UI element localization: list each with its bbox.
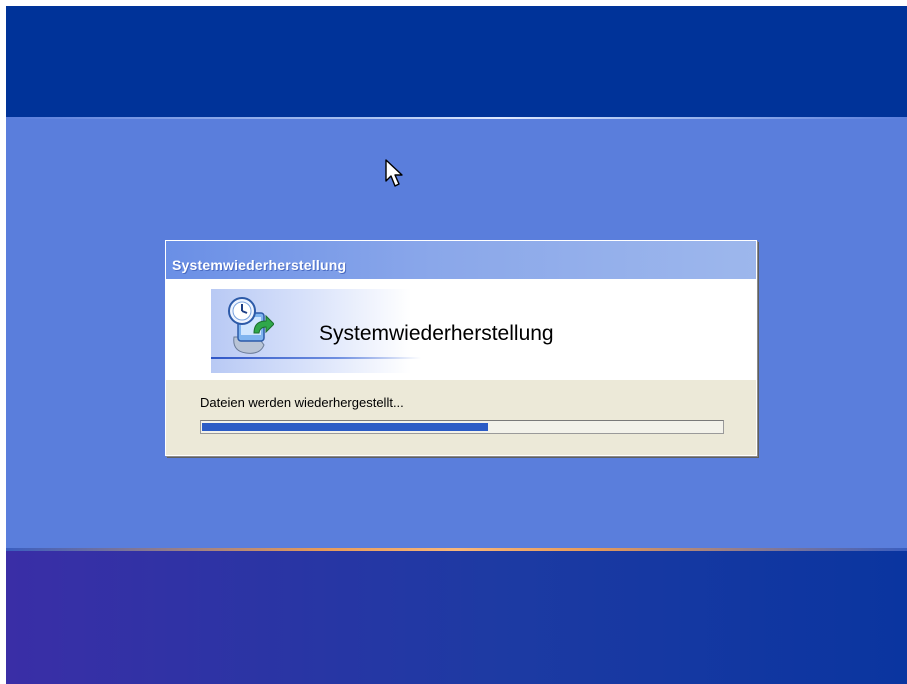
mouse-pointer-icon	[385, 159, 403, 187]
system-restore-icon	[228, 297, 274, 354]
bottom-band	[6, 551, 907, 684]
dialog-body: Dateien werden wiederhergestellt...	[166, 380, 756, 455]
banner-title: Systemwiederherstellung	[319, 322, 554, 345]
status-text: Dateien werden wiederhergestellt...	[200, 395, 404, 410]
system-restore-dialog: Systemwiederherstellung Systemwiederhers…	[165, 240, 757, 456]
progress-bar	[200, 420, 724, 434]
dialog-banner: Systemwiederherstellung	[166, 279, 756, 380]
setup-screen: Systemwiederherstellung Systemwiederhers…	[6, 6, 907, 684]
dialog-titlebar: Systemwiederherstellung	[166, 241, 756, 279]
dialog-title: Systemwiederherstellung	[172, 257, 347, 273]
top-band	[6, 6, 907, 117]
banner-underline	[211, 357, 421, 359]
progress-fill	[202, 423, 488, 431]
